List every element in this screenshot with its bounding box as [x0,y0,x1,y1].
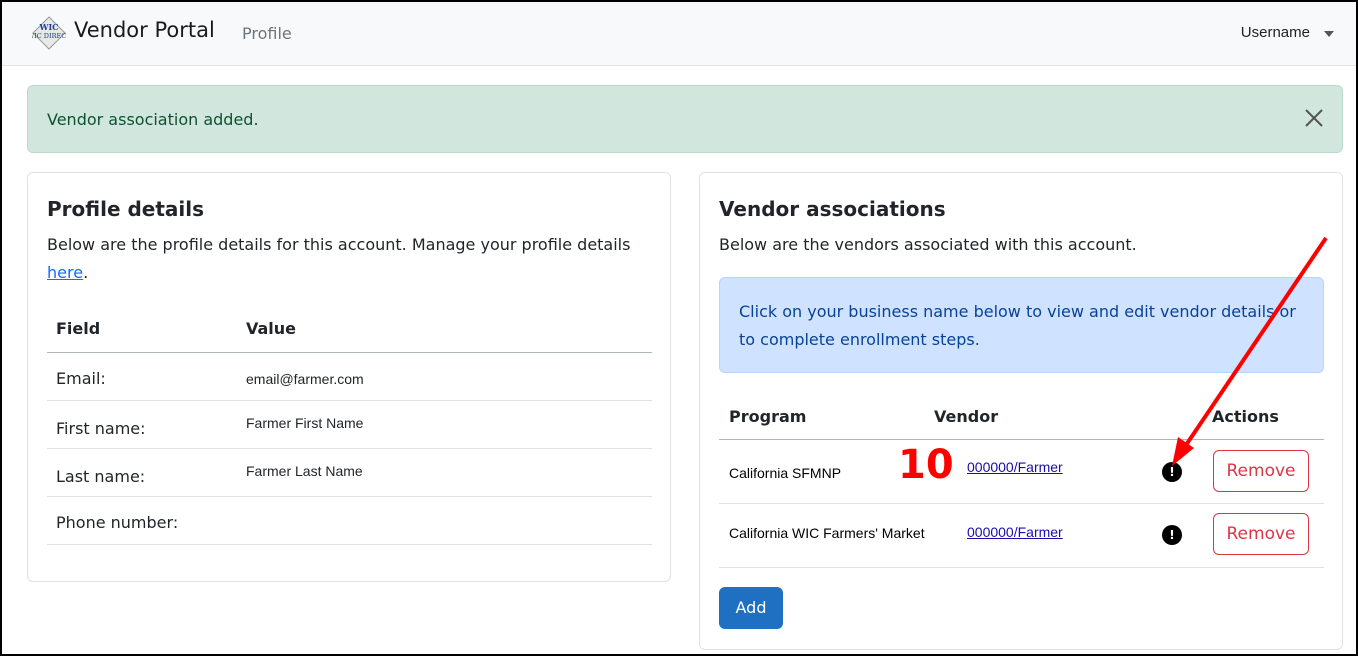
add-button[interactable]: Add [719,587,783,629]
profile-title: Profile details [47,197,205,221]
svg-text:WIC: WIC [38,22,58,32]
program-cell: California WIC Farmers' Market [729,525,925,541]
vendor-link[interactable]: 000000/Farmer [967,459,1063,475]
logo-subtext: WIC DIRECT [32,32,66,40]
value-email: email@farmer.com [246,371,364,387]
wic-direct-logo-icon[interactable]: WIC WIC DIRECT [32,16,66,50]
remove-button[interactable]: Remove [1213,450,1309,492]
vendor-associations-card: Vendor associations Below are the vendor… [699,172,1343,650]
field-last-name: Last name: [56,467,146,486]
profile-description-period: . [83,263,89,282]
info-message: Click on your business name below to vie… [739,302,1296,349]
brand-title[interactable]: Vendor Portal [74,18,215,42]
field-first-name: First name: [56,419,146,438]
row-divider [47,400,652,401]
alert-message: Vendor association added. [47,110,259,129]
navbar: WIC WIC DIRECT Vendor Portal Profile Use… [2,2,1356,66]
row-divider [719,503,1324,504]
value-first-name: Farmer First Name [246,415,364,431]
vendor-associations-description: Below are the vendors associated with th… [719,235,1137,254]
nav-page-profile[interactable]: Profile [242,24,292,43]
chevron-down-icon [1324,30,1334,37]
annotation-number: 10 [898,442,954,488]
exclamation-circle-icon: ! [1162,462,1182,482]
vendor-link[interactable]: 000000/Farmer [967,524,1063,540]
profile-details-card: Profile details Below are the profile de… [27,172,671,582]
field-header: Field [56,319,101,338]
manage-profile-link[interactable]: here [47,263,83,282]
row-divider [47,496,652,497]
exclamation-circle-icon: ! [1162,525,1182,545]
success-alert: Vendor association added. [27,85,1343,153]
vendor-associations-title: Vendor associations [719,197,946,221]
close-icon[interactable] [1302,106,1326,130]
program-header: Program [729,407,807,426]
row-divider [719,567,1324,568]
field-phone-number: Phone number: [56,513,179,532]
row-divider [47,544,652,545]
username-label: Username [1240,24,1310,41]
table-header-divider [719,439,1324,440]
value-header: Value [246,319,297,338]
profile-description: Below are the profile details for this a… [47,231,657,287]
row-divider [47,448,652,449]
field-email: Email: [56,369,106,388]
vendor-header: Vendor [934,407,999,426]
table-header-divider [47,352,652,353]
actions-header: Actions [1212,407,1279,426]
user-menu-dropdown[interactable]: Username [1241,24,1334,41]
program-cell: California SFMNP [729,465,842,481]
value-last-name: Farmer Last Name [246,463,363,479]
profile-description-text: Below are the profile details for this a… [47,235,631,254]
info-alert: Click on your business name below to vie… [719,277,1324,373]
remove-button[interactable]: Remove [1213,513,1309,555]
